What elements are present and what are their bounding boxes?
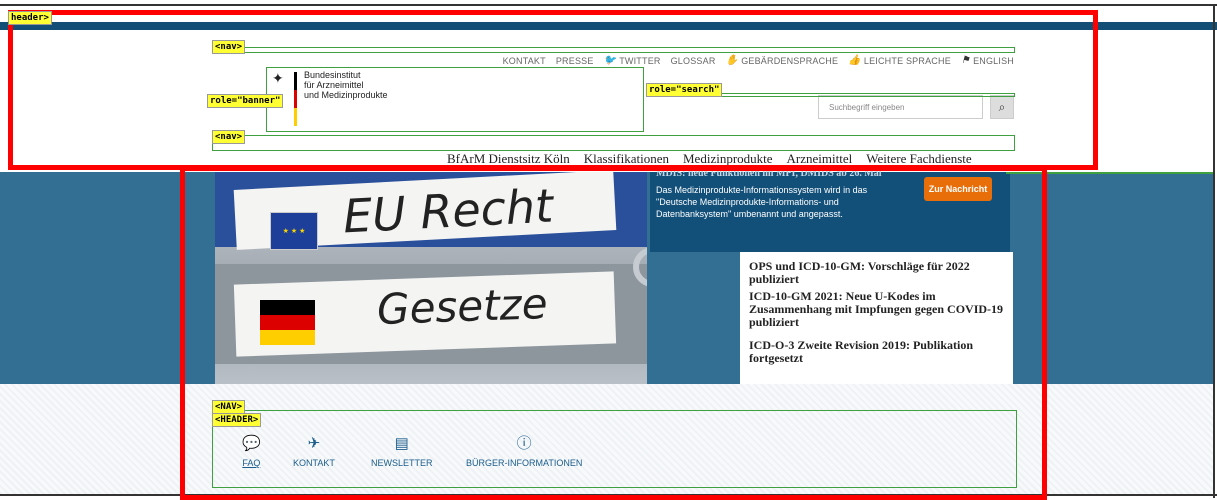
hero-image: ★ ★ ★ EU Recht Gesetze — [215, 172, 647, 384]
top-brand-bar — [0, 22, 1217, 30]
banner-tag: role="banner" — [207, 94, 284, 108]
news-item[interactable]: ICD-O-3 Zweite Revision 2019: Publikatio… — [749, 339, 1013, 365]
search-tag: role="search" — [646, 83, 723, 97]
service-link-kontakt[interactable]: KONTAKT — [503, 55, 546, 66]
top-border-line — [0, 4, 1217, 6]
logo-text: Bundesinstitut für Arzneimittel und Medi… — [304, 70, 388, 100]
nav-item-dienstsitz-koeln[interactable]: BfArM Dienstsitz Köln — [447, 151, 570, 167]
search-input[interactable]: Suchbegriff eingeben — [818, 95, 983, 119]
twitter-icon: 🐦 — [603, 55, 617, 66]
service-link-leichte-sprache[interactable]: 👍 LEICHTE SPRACHE — [848, 55, 951, 66]
paper-plane-icon: ✈ — [307, 435, 321, 452]
federal-eagle-icon: ✦ — [272, 70, 284, 86]
service-link-presse[interactable]: PRESSE — [556, 55, 594, 66]
nav-item-klassifikationen[interactable]: Klassifikationen — [584, 151, 669, 167]
hand-sign-icon: ✋ — [725, 55, 739, 66]
service-link-twitter[interactable]: 🐦 TWITTER — [604, 55, 661, 66]
hero-text-gesetze: Gesetze — [376, 279, 549, 334]
news-feature-box: MDIS: neue Funktionen im MPI, DMIDS ab 2… — [650, 168, 1010, 252]
main-navigation: BfArM Dienstsitz Köln Klassifikationen M… — [447, 151, 972, 167]
info-icon: ⓘ — [516, 435, 532, 452]
hero-text-eu-recht: EU Recht — [341, 178, 555, 244]
german-flag-icon — [260, 300, 315, 345]
nav2-annotation-box — [212, 135, 1015, 151]
search-icon: ⌕ — [998, 99, 1006, 114]
search-button[interactable]: ⌕ — [990, 95, 1014, 119]
service-link-faq[interactable]: 💬 FAQ — [242, 435, 261, 469]
news-item[interactable]: ICD-10-GM 2021: Neue U-Kodes im Zusammen… — [749, 290, 1013, 329]
thumbs-up-icon: 👍 — [848, 55, 861, 66]
eu-flag-icon: ★ ★ ★ — [270, 212, 318, 250]
news-item[interactable]: OPS und ICD-10-GM: Vorschläge für 2022 p… — [749, 260, 1013, 286]
news-feature-heading[interactable]: MDIS: neue Funktionen im MPI, DMIDS ab 2… — [656, 168, 882, 179]
nav-upper-tag: <NAV> — [212, 400, 246, 414]
nav-annotation-box — [212, 47, 1015, 53]
service-link-kontakt-footer[interactable]: ✈ KONTAKT — [293, 435, 335, 469]
german-flag-bar — [294, 72, 297, 126]
service-link-newsletter[interactable]: ▤ NEWSLETTER — [371, 435, 433, 469]
flag-icon: ⚑ — [960, 55, 971, 66]
header-annotation-box — [8, 10, 1098, 170]
header-tag: header> — [8, 11, 52, 25]
chat-bubble-icon: 💬 — [242, 435, 261, 452]
service-link-gebaerdensprache[interactable]: ✋ GEBÄRDENSPRACHE — [726, 55, 839, 66]
news-feature-button[interactable]: Zur Nachricht — [924, 177, 992, 201]
service-link-english[interactable]: ⚑ ENGLISH — [961, 55, 1014, 66]
nav-tag: <nav> — [212, 40, 246, 54]
news-list: OPS und ICD-10-GM: Vorschläge für 2022 p… — [740, 252, 1013, 384]
newspaper-icon: ▤ — [394, 435, 409, 452]
nav-item-weitere-fachdienste[interactable]: Weitere Fachdienste — [866, 151, 971, 167]
news-feature-body: Das Medizinprodukte-Informationssystem w… — [656, 185, 868, 219]
header-upper-tag: <HEADER> — [212, 413, 262, 427]
service-link-glossar[interactable]: GLOSSAR — [671, 55, 716, 66]
pattern-background — [0, 384, 1213, 494]
nav2-tag: <nav> — [212, 130, 246, 144]
nav-item-medizinprodukte[interactable]: Medizinprodukte — [683, 151, 773, 167]
right-border-line — [1213, 4, 1215, 498]
service-navigation: KONTAKT PRESSE 🐦 TWITTER GLOSSAR ✋ GEBÄRDE… — [503, 55, 1014, 66]
nav-item-arzneimittel[interactable]: Arzneimittel — [787, 151, 853, 167]
site-logo[interactable]: ✦ Bundesinstitut für Arzneimittel und Me… — [272, 70, 522, 130]
service-link-buerger-informationen[interactable]: ⓘ BÜRGER-INFORMATIONEN — [466, 435, 582, 469]
bottom-border-line — [0, 494, 1217, 496]
